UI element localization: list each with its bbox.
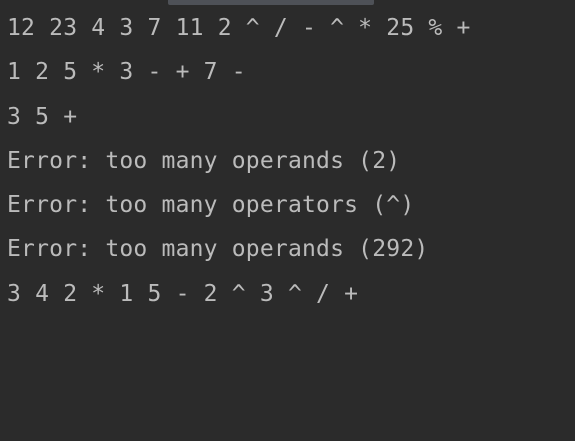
console-line-7: 3 4 2 * 1 5 - 2 ^ 3 ^ / + xyxy=(7,280,359,307)
console-output: 12 23 4 3 7 11 2 ^ / - ^ * 25 % + 1 2 5 … xyxy=(7,6,575,316)
horizontal-scrollbar-thumb[interactable] xyxy=(168,0,374,5)
console-output-panel[interactable]: 12 23 4 3 7 11 2 ^ / - ^ * 25 % + 1 2 5 … xyxy=(0,0,575,441)
console-line-6: Error: too many operands (292) xyxy=(7,236,429,263)
console-line-4: Error: too many operands (2) xyxy=(7,147,401,174)
console-line-1: 12 23 4 3 7 11 2 ^ / - ^ * 25 % + xyxy=(7,15,471,41)
console-line-5: Error: too many operators (^) xyxy=(7,192,415,219)
console-line-2: 1 2 5 * 3 - + 7 - xyxy=(7,59,246,86)
console-line-3: 3 5 + xyxy=(7,103,78,130)
